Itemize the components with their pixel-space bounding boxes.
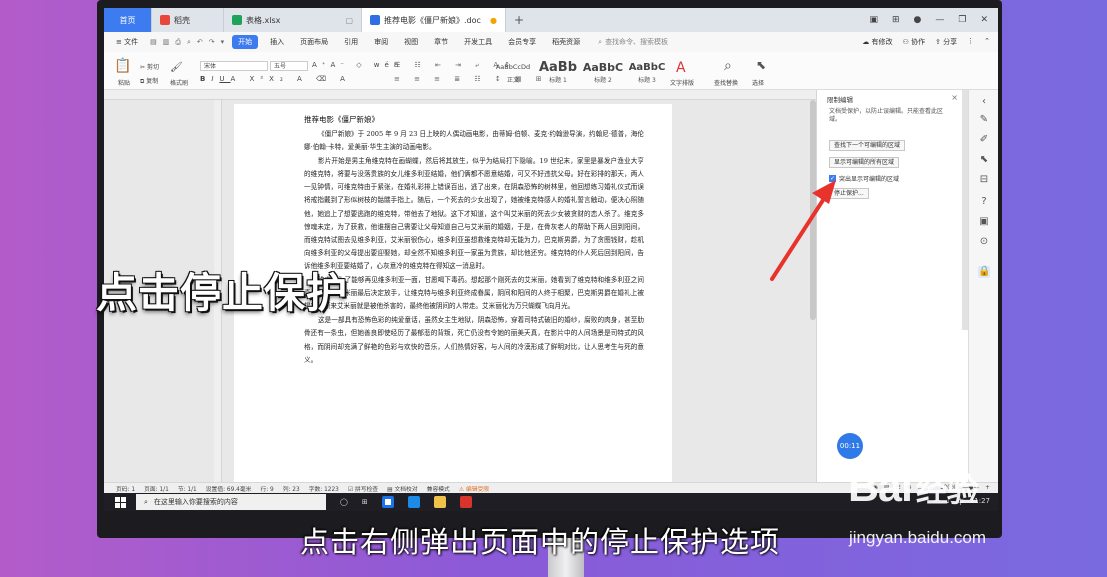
- step-caption: 点击停止保护: [96, 269, 348, 317]
- baidu-jingyan-watermark: Bai 经验 jingyan.baidu.com: [848, 463, 986, 547]
- watermark-url: jingyan.baidu.com: [849, 528, 987, 547]
- watermark-cn: 经验: [915, 472, 979, 508]
- watermark-logo: Bai: [848, 463, 913, 511]
- video-subtitle: 点击右侧弹出页面中的停止保护选项: [300, 525, 781, 559]
